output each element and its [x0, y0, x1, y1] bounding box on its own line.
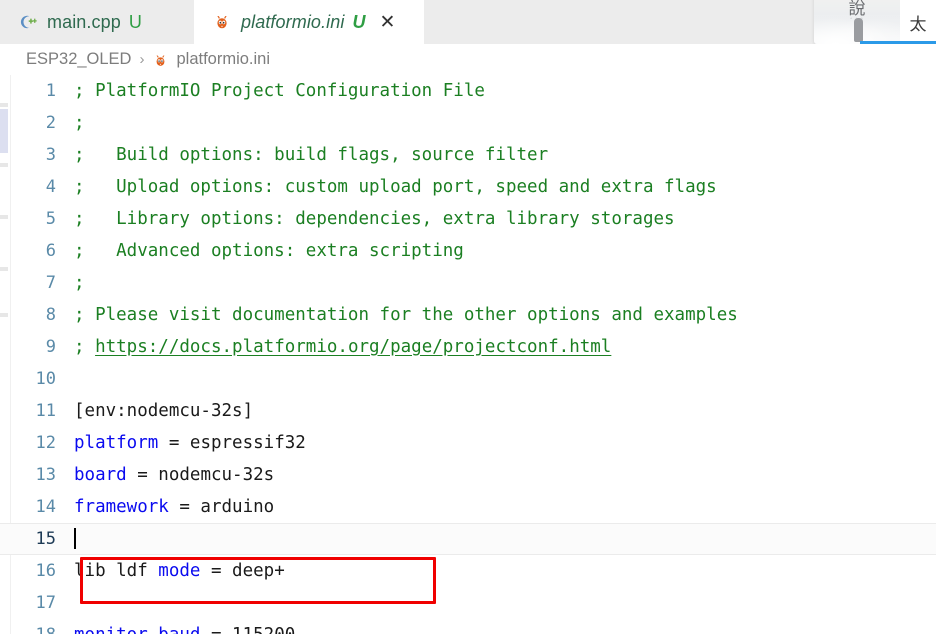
line-content[interactable]: ; Please visit documentation for the oth… [72, 305, 936, 325]
line-number: 9 [45, 337, 56, 357]
token-comment: ; Library options: dependencies, extra l… [74, 209, 675, 229]
token-comment: ; Upload options: custom upload port, sp… [74, 177, 717, 197]
line-content[interactable]: ; Advanced options: extra scripting [72, 241, 936, 261]
token-plain: = espressif32 [158, 433, 306, 453]
line-number: 16 [35, 561, 56, 581]
line-number: 17 [35, 593, 56, 613]
line-number: 8 [45, 305, 56, 325]
line-number: 7 [45, 273, 56, 293]
code-line[interactable]: 18monitor_baud = 115200 [0, 619, 936, 634]
line-content[interactable]: ; [72, 113, 936, 133]
code-editor[interactable]: 1 ; PlatformIO Project Configuration File… [0, 75, 936, 634]
line-content[interactable]: board = nodemcu-32s [72, 465, 936, 485]
code-line[interactable]: 12 platform = espressif32 [0, 427, 936, 459]
line-content[interactable]: monitor_baud = 115200 [72, 625, 936, 634]
line-content[interactable]: lib ldf mode = deep+ [72, 561, 936, 581]
line-content[interactable]: ; Upload options: custom upload port, sp… [72, 177, 936, 197]
token-key: platform [74, 433, 159, 453]
token-comment: ; [74, 337, 96, 357]
tab-platformio-ini[interactable]: platformio.ini U ✕ [194, 0, 424, 44]
text-cursor [74, 528, 76, 549]
code-line[interactable]: 10 [0, 363, 936, 395]
breadcrumb-project[interactable]: ESP32_OLED [26, 50, 131, 69]
line-number: 2 [45, 113, 56, 133]
code-line[interactable]: 17 [0, 587, 936, 619]
line-number: 18 [0, 625, 72, 634]
line-content[interactable]: ; [72, 273, 936, 293]
line-number: 1 [45, 81, 56, 101]
code-line[interactable]: 7; [0, 267, 936, 299]
code-line[interactable]: 2; [0, 107, 936, 139]
thumbnail-figure-art [853, 18, 863, 42]
line-number: 14 [35, 497, 56, 517]
line-number: 6 [45, 241, 56, 261]
code-line[interactable]: 15 [0, 523, 936, 555]
line-content[interactable]: platform = espressif32 [72, 433, 936, 453]
line-number: 11 [35, 401, 56, 421]
line-content[interactable]: ; https://docs.platformio.org/page/proje… [72, 337, 936, 357]
cpp-file-icon [18, 12, 38, 32]
token-key: monitor_baud [74, 625, 200, 634]
token-plain: = arduino [168, 497, 275, 517]
line-number: 3 [45, 145, 56, 165]
code-line[interactable]: 5 ; Library options: dependencies, extra … [0, 203, 936, 235]
token-key: mode [158, 561, 201, 581]
tab-main-cpp[interactable]: main.cpp U [0, 0, 194, 44]
chevron-right-icon: › [139, 51, 145, 68]
tab-label: main.cpp [47, 11, 121, 32]
line-content[interactable] [72, 528, 936, 550]
code-line[interactable]: 3 ; Build options: build flags, source fi… [0, 139, 936, 171]
line-content[interactable]: ; PlatformIO Project Configuration File [72, 81, 936, 101]
token-plain: = 115200 [200, 625, 295, 634]
token-plain: = nodemcu-32s [126, 465, 275, 485]
line-number: 13 [35, 465, 56, 485]
line-number: 10 [35, 369, 56, 389]
breadcrumb: ESP32_OLED › platformio.ini [0, 44, 936, 75]
token-comment: ; [74, 273, 85, 293]
code-line[interactable]: 1 ; PlatformIO Project Configuration File [0, 75, 936, 107]
code-line[interactable]: 6 ; Advanced options: extra scripting [0, 235, 936, 267]
code-line[interactable]: 8 ; Please visit documentation for the ot… [0, 299, 936, 331]
tab-label: platformio.ini [241, 11, 345, 32]
line-number: 12 [35, 433, 56, 453]
token-key: framework [74, 497, 169, 517]
code-lines[interactable]: 1 ; PlatformIO Project Configuration File… [0, 75, 936, 634]
token-section: [env:nodemcu-32s] [74, 401, 254, 421]
corner-overlay-tab[interactable]: 太 [900, 0, 936, 44]
line-content[interactable]: ; Library options: dependencies, extra l… [72, 209, 936, 229]
line-content[interactable]: ; Build options: build flags, source fil… [72, 145, 936, 165]
platformio-icon [152, 52, 169, 69]
code-line[interactable]: 11 [env:nodemcu-32s] [0, 395, 936, 427]
token-comment: ; [74, 113, 85, 133]
line-number: 4 [45, 177, 56, 197]
platformio-icon [212, 12, 232, 32]
thumbnail-card-preview[interactable]: · · · · · 說 ▫ ▫ ▫ [814, 0, 900, 44]
line-number: 15 [35, 529, 56, 549]
token-comment: ; Advanced options: extra scripting [74, 241, 464, 261]
line-content[interactable]: framework = arduino [72, 497, 936, 517]
token-plain: = deep+ [200, 561, 285, 581]
line-number: 5 [45, 209, 56, 229]
code-line[interactable]: 4 ; Upload options: custom upload port, s… [0, 171, 936, 203]
breadcrumb-file[interactable]: platformio.ini [176, 50, 270, 69]
line-content[interactable]: [env:nodemcu-32s] [72, 401, 936, 421]
token-comment: ; PlatformIO Project Configuration File [74, 81, 485, 101]
code-line[interactable]: 13 board = nodemcu-32s [0, 459, 936, 491]
close-icon[interactable]: ✕ [377, 12, 397, 32]
tab-dirty-status: U [352, 11, 366, 32]
vscode-editor-window: main.cpp U platformio.ini U ✕ 說 太 ESP32_… [0, 0, 936, 634]
code-line[interactable]: 16 lib ldf mode = deep+ [0, 555, 936, 587]
code-line[interactable]: 14 framework = arduino [0, 491, 936, 523]
token-link[interactable]: https://docs.platformio.org/page/project… [95, 337, 611, 357]
token-comment: ; Please visit documentation for the oth… [74, 305, 738, 325]
token-plain: lib ldf [74, 561, 159, 581]
corner-tab-label: 太 [909, 14, 927, 35]
code-line[interactable]: 9; https://docs.platformio.org/page/proj… [0, 331, 936, 363]
token-comment: ; Build options: build flags, source fil… [74, 145, 549, 165]
tab-dirty-status: U [128, 11, 142, 32]
token-key: board [74, 465, 127, 485]
editor-tab-bar: main.cpp U platformio.ini U ✕ 說 太 [0, 0, 936, 44]
